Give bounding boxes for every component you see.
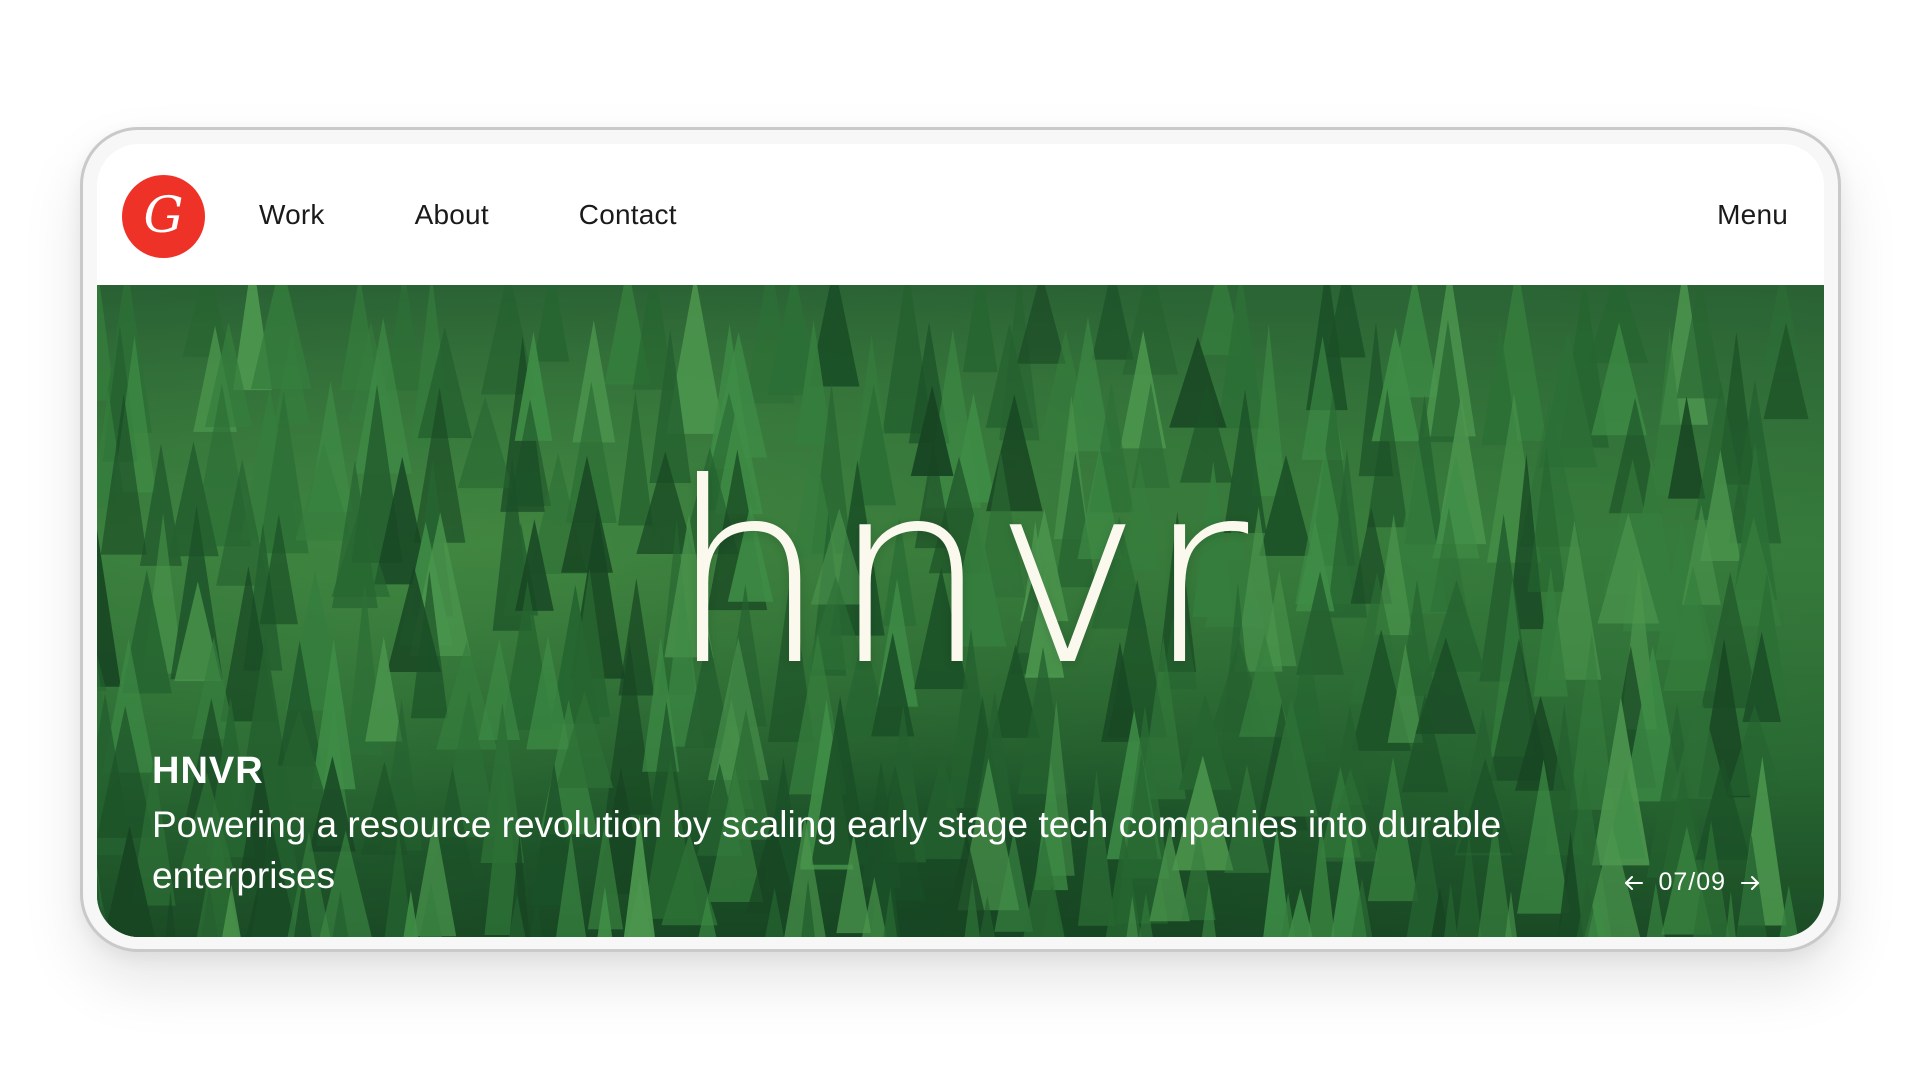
site-logo[interactable]: G: [122, 175, 205, 258]
hero-slide[interactable]: hnvr HNVR Powering a resource revolution…: [97, 285, 1824, 937]
nav-link-about[interactable]: About: [415, 199, 489, 231]
brand-wordmark: hnvr: [668, 429, 1253, 720]
arrow-left-icon[interactable]: [1620, 869, 1648, 897]
page: G Work About Contact Menu hnvr HNVR Powe…: [0, 0, 1920, 1080]
logo-letter: G: [143, 185, 184, 244]
arrow-right-icon[interactable]: [1736, 869, 1764, 897]
device-frame: G Work About Contact Menu hnvr HNVR Powe…: [80, 127, 1841, 952]
screen: G Work About Contact Menu hnvr HNVR Powe…: [97, 144, 1824, 937]
project-description: Powering a resource revolution by scalin…: [152, 804, 1502, 896]
nav-link-contact[interactable]: Contact: [579, 199, 677, 231]
project-caption: HNVR Powering a resource revolution by s…: [152, 750, 1602, 901]
nav-link-work[interactable]: Work: [259, 199, 325, 231]
project-title: HNVR: [152, 750, 264, 792]
slide-counter: 07/09: [1658, 868, 1726, 896]
slide-pager: 07/09: [1620, 868, 1764, 897]
main-nav: Work About Contact: [259, 144, 767, 285]
site-header: G Work About Contact Menu: [97, 144, 1824, 285]
menu-button[interactable]: Menu: [1717, 144, 1788, 285]
